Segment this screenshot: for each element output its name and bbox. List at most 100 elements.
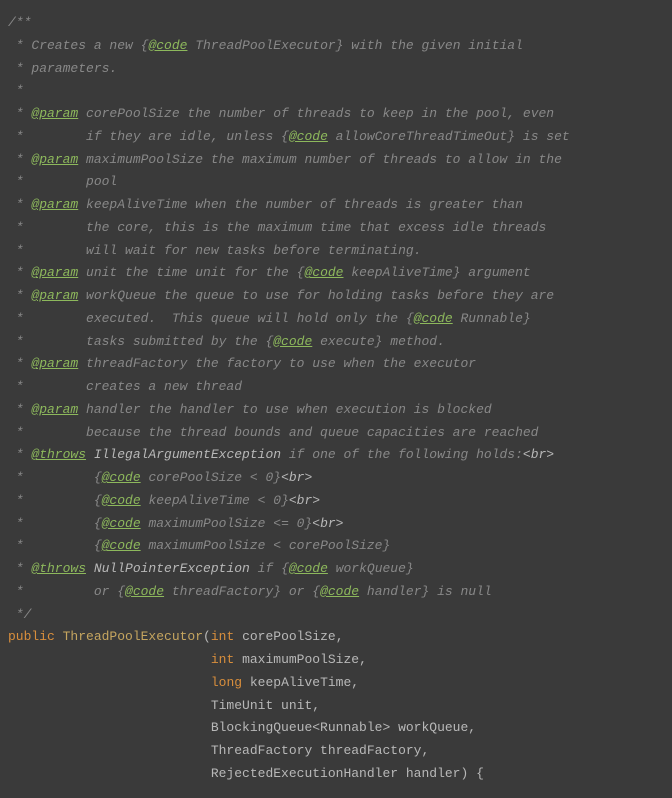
code-token: long [211,675,250,690]
code-token: * [8,447,31,462]
code-line: * @param unit the time unit for the {@co… [8,262,664,285]
code-token: @param [31,356,78,371]
code-token: @code [125,584,164,599]
code-line: * the core, this is the maximum time tha… [8,217,664,240]
code-token: @code [102,470,141,485]
code-token: <br> [289,493,320,508]
code-token: * [8,402,31,417]
code-line: * {@code maximumPoolSize < corePoolSize} [8,535,664,558]
code-token: * { [8,516,102,531]
code-token: @code [289,561,328,576]
code-line: * @param threadFactory the factory to us… [8,353,664,376]
code-token: handler} is null [359,584,492,599]
code-token: * { [8,493,102,508]
code-line: * @param workQueue the queue to use for … [8,285,664,308]
code-token: workQueue} [328,561,414,576]
code-token: IllegalArgumentException [94,447,281,462]
code-line: * Creates a new {@code ThreadPoolExecuto… [8,35,664,58]
code-token: * will wait for new tasks before termina… [8,243,421,258]
code-token: @code [102,493,141,508]
code-token: corePoolSize, [242,629,343,644]
code-line: * {@code keepAliveTime < 0}<br> [8,490,664,513]
code-line: * will wait for new tasks before termina… [8,240,664,263]
code-token: * [8,152,31,167]
code-token: execute} method. [312,334,445,349]
code-token: * the core, this is the maximum time tha… [8,220,546,235]
code-token: int [211,629,242,644]
code-token [86,447,94,462]
code-line: BlockingQueue<Runnable> workQueue, [8,717,664,740]
code-line: * @param keepAliveTime when the number o… [8,194,664,217]
code-token: /** [8,15,31,30]
code-token: maximumPoolSize < corePoolSize} [141,538,391,553]
code-token: workQueue the queue to use for holding t… [78,288,554,303]
code-line: ThreadFactory threadFactory, [8,740,664,763]
code-line: * [8,80,664,103]
code-token: ThreadPoolExecutor [63,629,203,644]
code-token: allowCoreThreadTimeOut} is set [328,129,570,144]
code-token: <br> [523,447,554,462]
code-token: * [8,197,31,212]
code-token: ThreadFactory threadFactory, [8,743,429,758]
code-token: keepAliveTime < 0} [141,493,289,508]
code-token: * parameters. [8,61,117,76]
code-token: @param [31,265,78,280]
code-token: * [8,106,31,121]
code-token: unit the time unit for the { [78,265,304,280]
code-token: ( [203,629,211,644]
code-token: @param [31,402,78,417]
code-token: * [8,356,31,371]
code-token: if { [250,561,289,576]
code-token: * [8,561,31,576]
code-line: /** [8,12,664,35]
code-token: corePoolSize the number of threads to ke… [78,106,554,121]
code-token: @code [273,334,312,349]
code-token: @code [102,538,141,553]
code-token: * creates a new thread [8,379,242,394]
code-line: int maximumPoolSize, [8,649,664,672]
code-line: * {@code maximumPoolSize <= 0}<br> [8,513,664,536]
code-token: @param [31,288,78,303]
code-token: * { [8,470,102,485]
code-token: threadFactory the factory to use when th… [78,356,476,371]
code-line: * {@code corePoolSize < 0}<br> [8,467,664,490]
code-token: @param [31,152,78,167]
code-token: * if they are idle, unless { [8,129,289,144]
code-token: NullPointerException [94,561,250,576]
code-token: int [211,652,242,667]
code-token: @code [304,265,343,280]
code-token: maximumPoolSize, [242,652,367,667]
code-token: ThreadPoolExecutor} with the given initi… [187,38,522,53]
code-token: @code [289,129,328,144]
code-token: * Creates a new { [8,38,148,53]
code-token: <br> [312,516,343,531]
code-token: keepAliveTime} argument [343,265,530,280]
code-line: RejectedExecutionHandler handler) { [8,763,664,786]
code-token: @throws [31,561,86,576]
code-line: * parameters. [8,58,664,81]
code-token: * { [8,538,102,553]
code-token [8,652,211,667]
code-token: @param [31,197,78,212]
code-line: long keepAliveTime, [8,672,664,695]
code-token: */ [8,607,31,622]
code-line: TimeUnit unit, [8,695,664,718]
code-token: handler the handler to use when executio… [78,402,491,417]
code-line: * @param corePoolSize the number of thre… [8,103,664,126]
code-token: * [8,83,24,98]
code-token: <br> [281,470,312,485]
code-token: TimeUnit unit, [8,698,320,713]
code-token: corePoolSize < 0} [141,470,281,485]
code-line: * executed. This queue will hold only th… [8,308,664,331]
code-token: @code [148,38,187,53]
code-token: keepAliveTime, [250,675,359,690]
code-token: if one of the following holds: [281,447,523,462]
code-line: * pool [8,171,664,194]
code-token: @throws [31,447,86,462]
code-line: * @param handler the handler to use when… [8,399,664,422]
code-token: @code [414,311,453,326]
code-token: threadFactory} or { [164,584,320,599]
code-line: * if they are idle, unless {@code allowC… [8,126,664,149]
code-line: * because the thread bounds and queue ca… [8,422,664,445]
code-token: public [8,629,63,644]
